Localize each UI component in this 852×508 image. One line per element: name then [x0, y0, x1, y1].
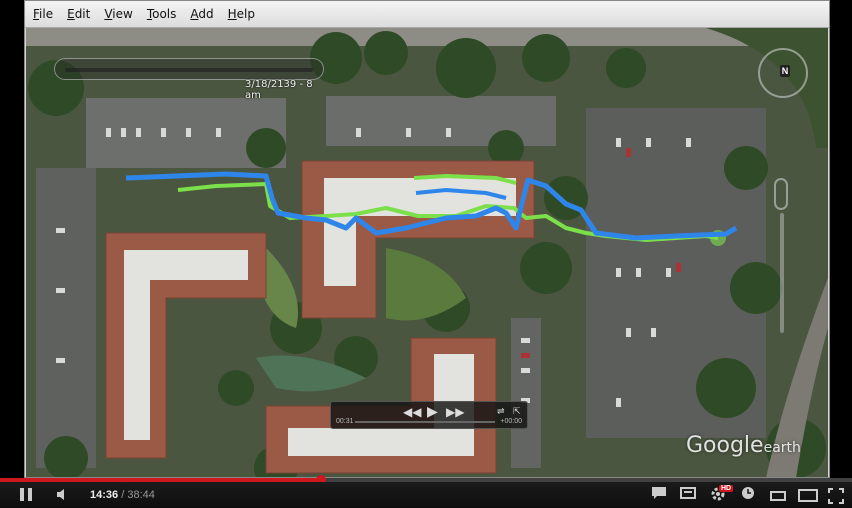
- small-player-icon[interactable]: [770, 491, 786, 501]
- menu-file[interactable]: File: [33, 7, 53, 21]
- google-earth-logo: Googleearth: [686, 433, 801, 458]
- current-time: 14:36: [90, 489, 119, 501]
- logo-word: Google: [686, 433, 764, 458]
- settings-icon[interactable]: ⇌: [497, 406, 505, 417]
- north-indicator: N: [780, 65, 790, 77]
- navigation-compass[interactable]: N: [758, 48, 808, 98]
- tour-playback-controls: ◀◀ ▶ ▶▶ ⇌ ⇱ 00:31 +00:00: [330, 401, 528, 429]
- menu-bar: File Edit View Tools Add Help: [25, 1, 829, 28]
- menu-view[interactable]: View: [104, 7, 132, 21]
- play-icon[interactable]: ▶: [427, 403, 438, 420]
- fullscreen-icon[interactable]: [828, 488, 844, 504]
- pause-button[interactable]: [20, 488, 32, 501]
- large-player-icon[interactable]: [798, 489, 818, 502]
- time-slider[interactable]: 3/18/2139 - 8 am: [54, 58, 324, 101]
- time-slider-label: 3/18/2139 - 8 am: [245, 79, 313, 101]
- duration: 38:44: [127, 489, 155, 501]
- rewind-icon[interactable]: ◀◀: [403, 405, 421, 419]
- menu-tools[interactable]: Tools: [147, 7, 177, 21]
- hd-badge: HD: [719, 485, 734, 492]
- google-earth-window: File Edit View Tools Add Help 3/18/2139 …: [24, 0, 830, 478]
- time-display: 14:36 / 38:44: [90, 489, 155, 501]
- clock-icon[interactable]: [741, 486, 755, 503]
- captions-icon[interactable]: [651, 486, 667, 503]
- satellite-map-view[interactable]: 3/18/2139 - 8 am N ◀◀ ▶ ▶▶ ⇌ ⇱ 00:31 +00…: [26, 28, 828, 477]
- video-player: File Edit View Tools Add Help 3/18/2139 …: [0, 0, 852, 508]
- tour-remaining-time: +00:00: [500, 418, 522, 425]
- street-view-pegman-icon[interactable]: [774, 178, 788, 210]
- time-slider-track[interactable]: [65, 68, 313, 72]
- menu-help[interactable]: Help: [228, 7, 255, 21]
- logo-suffix: earth: [763, 440, 801, 456]
- menu-edit[interactable]: Edit: [67, 7, 90, 21]
- menu-add[interactable]: Add: [190, 7, 213, 21]
- tour-progress-track[interactable]: [355, 421, 495, 423]
- time-separator: /: [121, 489, 125, 501]
- zoom-slider[interactable]: [780, 213, 784, 333]
- tour-elapsed-time: 00:31: [336, 418, 354, 425]
- save-icon[interactable]: ⇱: [513, 406, 521, 417]
- annotations-icon[interactable]: [680, 486, 696, 503]
- fast-forward-icon[interactable]: ▶▶: [446, 405, 464, 419]
- volume-icon[interactable]: [56, 488, 70, 501]
